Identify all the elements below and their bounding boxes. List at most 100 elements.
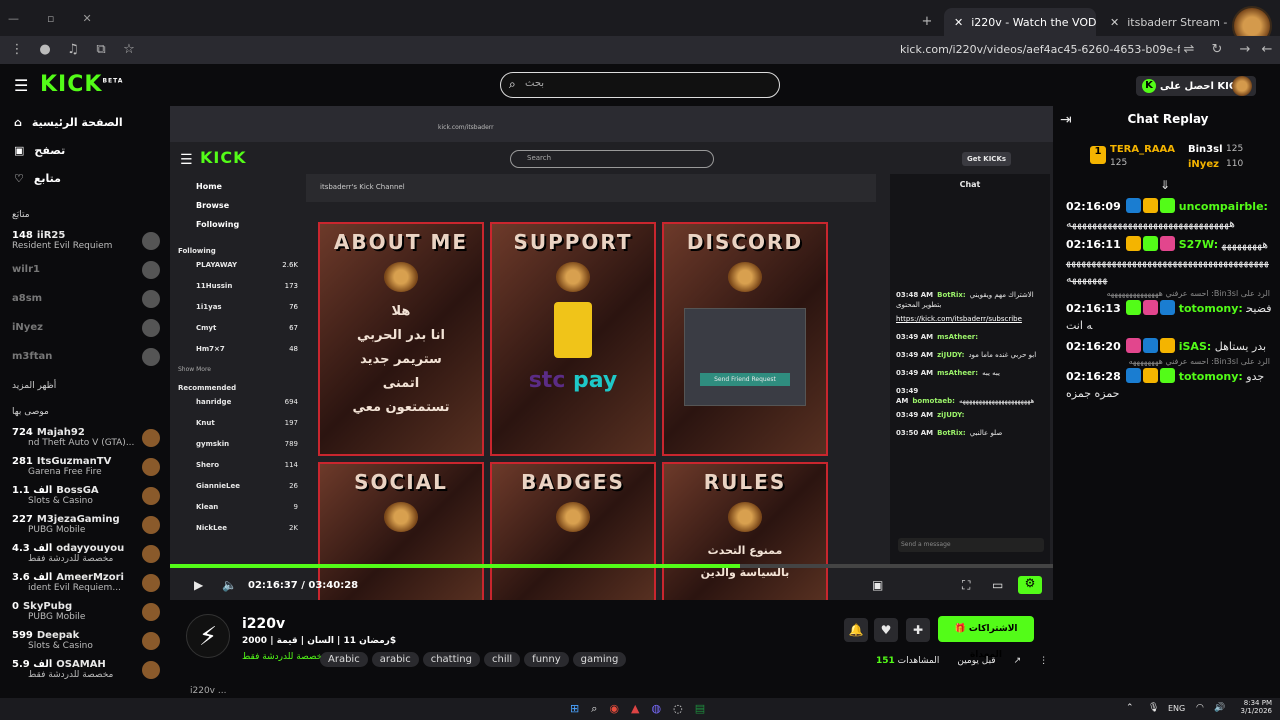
pip-icon[interactable]: ▣ [872, 578, 883, 592]
tab-stream[interactable]: ✕ itsbaderr Stream - Watch Live o [1100, 8, 1230, 36]
tab-close-icon[interactable]: ✕ [1110, 16, 1119, 29]
extension-icon[interactable]: ● [36, 42, 54, 57]
sidebar-channel[interactable]: 0 SkyPubg PUBG Mobile [0, 597, 168, 626]
excel-icon[interactable]: ▤ [695, 702, 705, 716]
volume-icon[interactable]: 🔈 [222, 578, 237, 592]
follow-heart-icon[interactable]: ♥ [874, 618, 898, 642]
sidebar-channel[interactable]: a8sm [0, 284, 168, 313]
browser-icon[interactable]: ◌ [673, 702, 683, 716]
chat-badge-icon [1160, 198, 1176, 213]
search-icon[interactable]: ⌕ [591, 702, 597, 716]
category-link[interactable]: مخصصة للدردشة فقط [242, 652, 327, 662]
chat-username[interactable]: S27W: [1179, 238, 1218, 251]
sidebar-channel[interactable]: 148 iiR25 Resident Evil Requiem [0, 226, 168, 255]
tray-chevron-icon[interactable]: ⌃ [1126, 703, 1134, 713]
recommended-list: 724 Majah92 nd Theft Auto V (GTA)... 281 Its… [0, 423, 168, 684]
channel-name[interactable]: i220v [242, 616, 285, 632]
restore-icon[interactable]: ▫ [47, 12, 54, 26]
share-icon[interactable]: ↗ [1014, 656, 1022, 666]
back-icon[interactable]: ← [1258, 42, 1276, 57]
tag-pill[interactable]: Arabic [320, 652, 368, 667]
puzzle-icon[interactable]: ⧉ [92, 42, 110, 57]
speaker-icon[interactable]: 🔊 [1214, 703, 1225, 713]
tab-vod[interactable]: ✕ i220v - Watch the VOD on Kick K [944, 8, 1096, 36]
mic-icon[interactable]: 🎙 [1148, 703, 1159, 713]
channel-name: ItsGuzmanTV [36, 456, 112, 467]
tag-pill[interactable]: gaming [572, 652, 627, 667]
inner-browser-chrome: kick.com/itsbaderr [170, 106, 1053, 142]
url-field[interactable]: kick.com/i220v/videos/aef4ac45-6260-4653… [900, 43, 1180, 56]
chat-username[interactable]: totomony: [1179, 370, 1243, 383]
user-avatar[interactable] [1232, 76, 1252, 96]
minimize-icon[interactable]: — [8, 12, 19, 26]
chat-badge-icon [1143, 300, 1159, 315]
tab-close-icon[interactable]: ✕ [954, 16, 963, 29]
tag-pill[interactable]: chatting [422, 652, 480, 667]
kick-logo[interactable]: KICKBETA [40, 72, 123, 97]
sidebar-channel[interactable]: 5.9 ألف OSAMAH مخصصة للدردشة فقط [0, 655, 168, 684]
forward-icon[interactable]: → [1236, 42, 1254, 57]
sidebar-channel[interactable]: 227 M3jezaGaming PUBG Mobile [0, 510, 168, 539]
channel-avatar[interactable]: ⚡ [186, 614, 230, 658]
inner-chat-line: 03:49 AM ziJUDY: ابو حربي غنده ماما مود [890, 348, 1050, 366]
sidebar-item-home[interactable]: ⌂ الصفحة الرئيسية [0, 108, 168, 136]
bookmark-star-icon[interactable]: ☆ [120, 42, 138, 57]
new-tab-icon[interactable]: + [918, 14, 936, 29]
show-more-link[interactable]: أظهر المزيد [0, 381, 168, 397]
recommended-title: موصى بها [12, 407, 49, 417]
clock[interactable]: 8:34 PM 3/1/2026 [1232, 699, 1272, 715]
tag-pill[interactable]: chill [484, 652, 521, 667]
search-bar[interactable]: ⌕ بحث [500, 72, 780, 98]
sidebar-channel[interactable]: 4.3 ألف odayyouyou مخصصة للدردشة فقط [0, 539, 168, 568]
sidebar-channel[interactable]: m3ftan [0, 342, 168, 371]
taskbar-apps: ⊞ ⌕ ◉ ▲ ◍ ◌ ▤ [570, 702, 705, 716]
sidebar-channel[interactable]: wilr1 [0, 255, 168, 284]
tune-icon[interactable]: ⇌ [1180, 42, 1198, 57]
sidebar-item-browse[interactable]: ▣ تصفح [0, 136, 168, 164]
chat-username[interactable]: uncompairble: [1179, 200, 1268, 213]
wifi-icon[interactable]: ◠ [1196, 703, 1204, 713]
app-icon[interactable]: ▲ [631, 702, 639, 716]
inner-chat-user: msAtheer: [937, 369, 979, 377]
sidebar-channel[interactable]: 1.1 ألف BossGA Slots & Casino [0, 481, 168, 510]
play-icon[interactable]: ▶ [194, 578, 203, 592]
notification-bell-icon[interactable]: 🔔 [844, 618, 868, 642]
sidebar-item-following[interactable]: ♡ متابع [0, 164, 168, 192]
chat-username[interactable]: totomony: [1179, 302, 1243, 315]
progress-track[interactable] [170, 564, 1053, 568]
sidebar-channel[interactable]: 281 ItsGuzmanTV Garena Free Fire [0, 452, 168, 481]
sidebar-channel[interactable]: 599 Deepak Slots & Casino [0, 626, 168, 655]
channel-name: odayyouyou [56, 543, 125, 554]
chat-username[interactable]: iSAS: [1179, 340, 1212, 353]
sidebar-channel[interactable]: 724 Majah92 nd Theft Auto V (GTA)... [0, 423, 168, 452]
theater-icon[interactable]: ▭ [992, 578, 1003, 592]
logo-beta: BETA [102, 77, 124, 85]
tag-pill[interactable]: funny [524, 652, 569, 667]
gift-box-icon: 🎁 [954, 624, 966, 634]
settings-gear-icon[interactable]: ⚙ [1018, 576, 1042, 594]
gift-icon[interactable]: ✚ [906, 618, 930, 642]
language-indicator[interactable]: ENG [1168, 704, 1185, 713]
sidebar-channel[interactable]: 3.6 ألف AmeerMzori ident Evil Requiem... [0, 568, 168, 597]
more-vert-icon[interactable]: ⋮ [1039, 656, 1048, 666]
discord-icon[interactable]: ◍ [651, 702, 661, 716]
reload-icon[interactable]: ↻ [1208, 42, 1226, 57]
chrome-icon[interactable]: ◉ [609, 702, 619, 716]
inner-channel-count: 197 [284, 419, 298, 427]
inner-chat-line: https://kick.com/itsbaderr/subscribe [890, 312, 1050, 330]
expand-icon[interactable]: ⇓ [1160, 178, 1170, 192]
sidebar-channel[interactable]: iNyez [0, 313, 168, 342]
channel-avatar [142, 318, 160, 337]
video-player[interactable]: kick.com/itsbaderr ☰ KICK Search Get KIC… [170, 106, 1053, 600]
fullscreen-icon[interactable]: ⛶ [962, 578, 970, 593]
media-icon[interactable]: ♫ [64, 42, 82, 57]
inner-channel-name: PLAYAWAY [196, 261, 238, 269]
channel-avatar [142, 231, 160, 250]
tag-pill[interactable]: arabic [371, 652, 419, 667]
close-icon[interactable]: ✕ [82, 12, 91, 26]
panel-title: BADGES [521, 470, 625, 494]
windows-start-icon[interactable]: ⊞ [570, 702, 579, 716]
menu-dots-icon[interactable]: ⋮ [8, 42, 26, 57]
gifted-subs-button[interactable]: 🎁 الاشتراكات المهداة [938, 616, 1034, 660]
hamburger-icon[interactable]: ☰ [14, 76, 28, 95]
